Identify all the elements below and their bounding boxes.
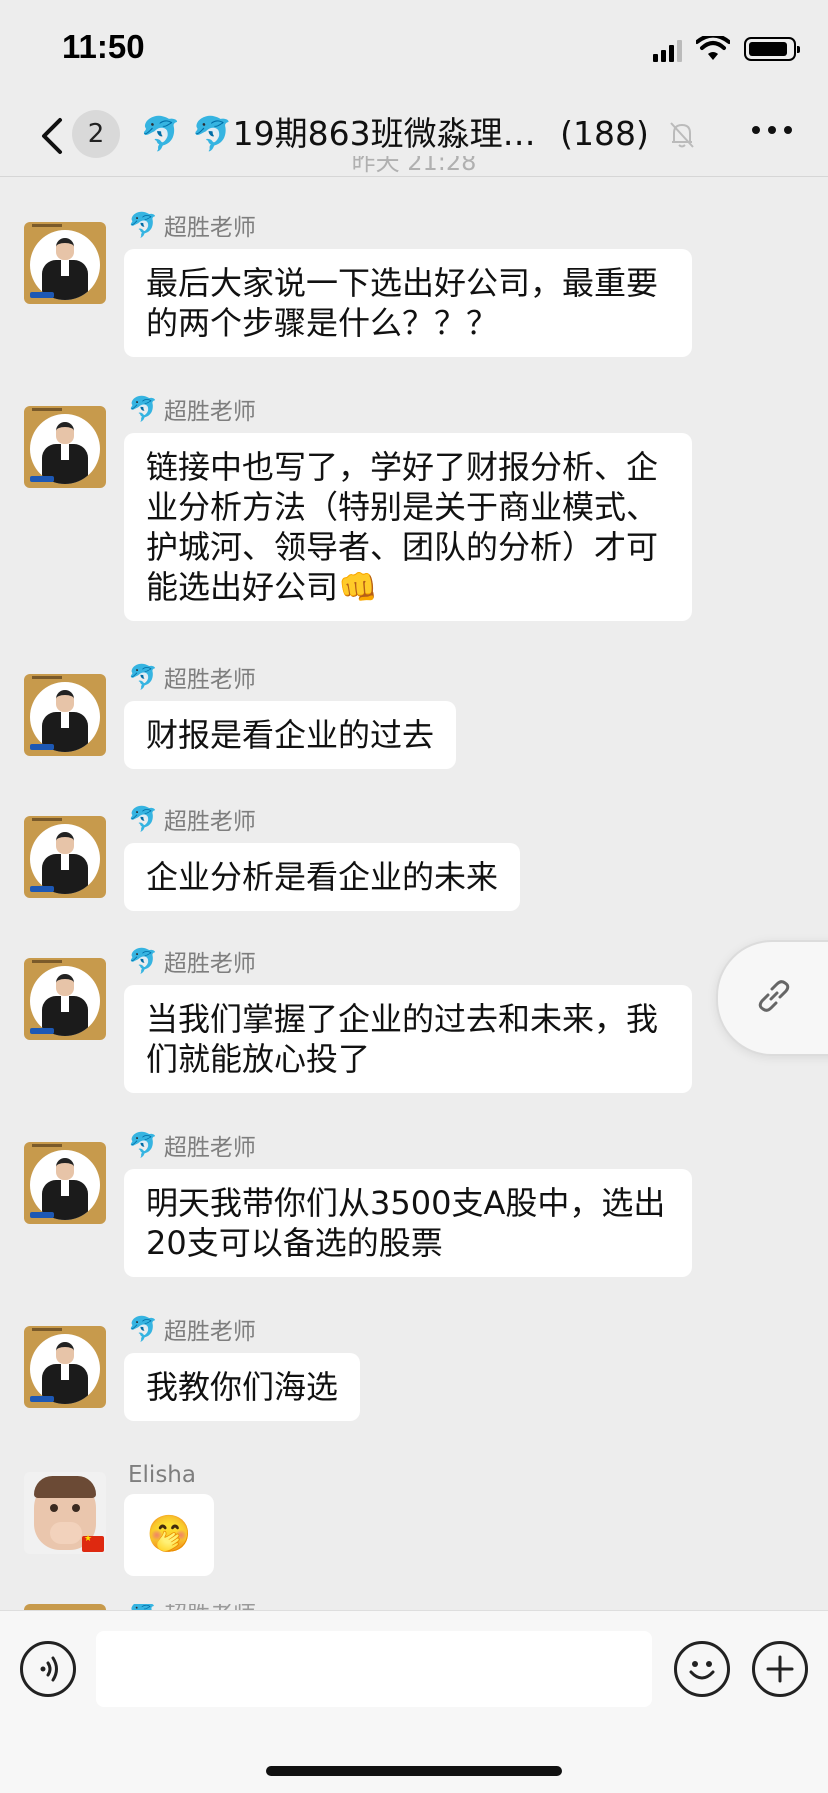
sender-name: 超胜老师	[163, 1319, 256, 1345]
dolphin-icon: 🐬	[128, 211, 158, 239]
sender-name: 超胜老师	[163, 667, 256, 693]
cellular-signal-icon	[653, 36, 682, 62]
dolphin-icon: 🐬	[128, 947, 158, 975]
battery-icon	[744, 37, 800, 61]
voice-button[interactable]	[20, 1641, 76, 1697]
sender-name: Elisha	[128, 1462, 196, 1488]
chat-title[interactable]: 🐬 🐬19期863班微淼理… (188)	[140, 112, 670, 156]
chat-title-text: 🐬 🐬19期863班微淼理…	[140, 114, 536, 153]
sender-name: 超胜老师	[163, 1135, 256, 1161]
sender-row: 🐬 超胜老师	[128, 210, 256, 241]
timestamp-fragment: 昨天 21:28	[351, 156, 477, 176]
avatar[interactable]	[24, 958, 106, 1040]
sender-row: 🐬 超胜老师	[128, 394, 256, 425]
status-time: 11:50	[62, 28, 145, 65]
plus-icon	[766, 1655, 794, 1683]
dolphin-icon: 🐬	[128, 1315, 158, 1343]
dolphin-icon: 🐬	[128, 395, 158, 423]
message-bubble[interactable]: 企业分析是看企业的未来	[124, 843, 521, 911]
sender-row: 🐬 超胜老师	[128, 662, 256, 693]
avatar[interactable]	[24, 1326, 106, 1408]
member-count: (188)	[560, 114, 649, 153]
message-bubble[interactable]: 当我们掌握了企业的过去和未来，我们就能放心投了	[124, 985, 692, 1093]
plus-button[interactable]	[752, 1641, 808, 1697]
dolphin-icon: 🐬	[128, 663, 158, 691]
wifi-icon	[696, 36, 730, 60]
voice-icon	[40, 1656, 58, 1682]
dolphin-icon: 🐬	[128, 805, 158, 833]
message-input[interactable]	[96, 1631, 652, 1707]
avatar[interactable]	[24, 222, 106, 304]
avatar[interactable]	[24, 816, 106, 898]
sender-row: 🐬 超胜老师	[128, 1130, 256, 1161]
bell-slash-icon	[670, 122, 694, 148]
message-bubble[interactable]: 最后大家说一下选出好公司，最重要的两个步骤是什么？？？	[124, 249, 692, 357]
message-bubble[interactable]: 链接中也写了，学好了财报分析、企业分析方法（特别是关于商业模式、护城河、领导者、…	[124, 433, 692, 621]
status-bar: 11:50	[0, 0, 828, 100]
avatar[interactable]	[24, 674, 106, 756]
sender-row: 🐬 超胜老师	[128, 804, 256, 835]
sender-name: 超胜老师	[163, 399, 256, 425]
unread-badge[interactable]: 2	[72, 110, 120, 158]
sender-row: 🐬 超胜老师	[128, 946, 256, 977]
message-bubble[interactable]: 明天我带你们从3500支A股中，选出20支可以备选的股票	[124, 1169, 692, 1277]
emoji-button[interactable]	[674, 1641, 730, 1697]
sender-row: Elisha	[128, 1460, 196, 1490]
sender-name: 超胜老师	[163, 215, 256, 241]
avatar[interactable]	[24, 1142, 106, 1224]
ellipsis-icon[interactable]	[752, 126, 792, 134]
link-icon	[758, 980, 790, 1012]
sender-row: 🐬 超胜老师	[128, 1314, 256, 1345]
message-bubble[interactable]: 我教你们海选	[124, 1353, 361, 1421]
smiley-icon	[689, 1661, 715, 1680]
avatar[interactable]	[24, 406, 106, 488]
sender-name: 超胜老师	[163, 809, 256, 835]
message-bubble[interactable]: 🤭	[124, 1494, 214, 1576]
chevron-left-icon[interactable]	[36, 116, 72, 156]
message-bubble[interactable]: 财报是看企业的过去	[124, 701, 457, 769]
status-icons	[653, 32, 800, 66]
dolphin-icon: 🐬	[128, 1131, 158, 1159]
floating-link-button[interactable]	[716, 940, 828, 1056]
avatar[interactable]	[24, 1472, 106, 1554]
sender-name: 超胜老师	[163, 951, 256, 977]
home-indicator	[266, 1766, 562, 1776]
